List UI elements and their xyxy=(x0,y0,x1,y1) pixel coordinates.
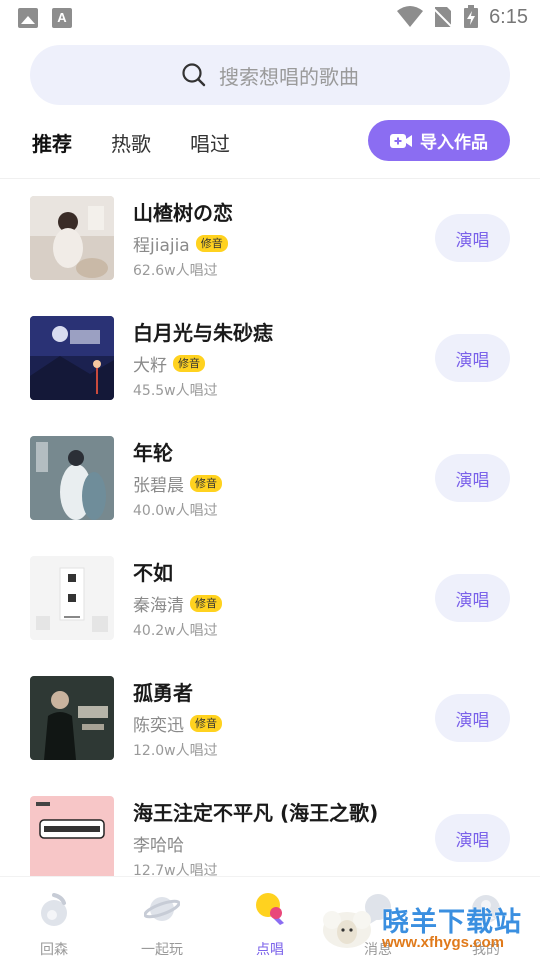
sing-button[interactable]: 演唱 xyxy=(435,814,510,862)
tune-badge: 修音 xyxy=(195,235,228,252)
video-add-icon xyxy=(390,133,412,148)
song-title: 海王注定不平凡 (海王之歌) xyxy=(133,801,379,825)
album-cover xyxy=(30,796,114,876)
sing-button[interactable]: 演唱 xyxy=(435,574,510,622)
sing-button[interactable]: 演唱 xyxy=(435,214,510,262)
sing-button[interactable]: 演唱 xyxy=(435,694,510,742)
tune-badge: 修音 xyxy=(190,715,222,732)
song-item[interactable]: 海王注定不平凡 (海王之歌) 李哈哈 12.7w人唱过 演唱 xyxy=(0,780,540,876)
album-cover xyxy=(30,316,114,400)
sing-count: 40.2w人唱过 xyxy=(133,623,218,639)
watermark: 晓羊下载站 www.xfhygs.com xyxy=(318,894,540,960)
sing-count: 40.0w人唱过 xyxy=(133,503,218,519)
search-input[interactable]: 搜索想唱的歌曲 xyxy=(30,45,510,105)
nav-item-huisen[interactable]: 回森 xyxy=(14,883,94,958)
wifi-icon xyxy=(397,6,424,27)
nav-item-sing[interactable]: 点唱 xyxy=(230,883,310,958)
song-item[interactable]: 年轮 张碧晨 修音 40.0w人唱过 演唱 xyxy=(0,420,540,540)
artist-name: 李哈哈 xyxy=(133,836,184,856)
song-item[interactable]: 不如 秦海清 修音 40.2w人唱过 演唱 xyxy=(0,540,540,660)
import-works-button[interactable]: 导入作品 xyxy=(368,120,510,161)
watermark-url: www.xfhygs.com xyxy=(382,934,504,951)
song-title: 白月光与朱砂痣 xyxy=(133,321,273,345)
sing-count: 12.7w人唱过 xyxy=(133,863,218,876)
tune-badge: 修音 xyxy=(173,355,205,372)
no-sim-icon xyxy=(433,7,454,29)
sing-count: 12.0w人唱过 xyxy=(133,743,218,759)
search-icon xyxy=(182,63,206,87)
song-title: 孤勇者 xyxy=(133,681,193,705)
clock: 6:15 xyxy=(489,5,528,28)
nav-item-play-together[interactable]: 一起玩 xyxy=(122,883,202,958)
artist-name: 大籽 xyxy=(133,356,167,376)
image-notification-icon xyxy=(18,8,38,28)
song-item[interactable]: 孤勇者 陈奕迅 修音 12.0w人唱过 演唱 xyxy=(0,660,540,780)
song-title: 不如 xyxy=(133,561,173,585)
artist-name: 秦海清 xyxy=(133,596,184,616)
song-title: 年轮 xyxy=(133,441,173,465)
text-notification-icon: A xyxy=(52,8,72,28)
music-note-icon xyxy=(41,893,67,926)
planet-icon xyxy=(144,897,180,921)
tune-badge: 修音 xyxy=(190,475,222,492)
song-item[interactable]: 白月光与朱砂痣 大籽 修音 45.5w人唱过 演唱 xyxy=(0,300,540,420)
song-item[interactable]: 山楂树の恋 程jiajia 修音 62.6w人唱过 演唱 xyxy=(0,180,540,300)
song-list[interactable]: 山楂树の恋 程jiajia 修音 62.6w人唱过 演唱 白月光与朱砂痣 大籽 … xyxy=(0,180,540,876)
tab-hot-songs[interactable]: 热歌 xyxy=(111,128,151,157)
status-bar: A 6:15 xyxy=(0,0,540,38)
divider xyxy=(0,178,540,179)
artist-name: 陈奕迅 xyxy=(133,716,184,736)
sheep-logo-icon xyxy=(323,911,371,948)
album-cover xyxy=(30,436,114,520)
album-cover xyxy=(30,556,114,640)
sing-button[interactable]: 演唱 xyxy=(435,334,510,382)
tab-bar: 推荐 热歌 唱过 xyxy=(32,122,230,162)
nav-label-sing: 点唱 xyxy=(256,942,284,958)
song-title: 山楂树の恋 xyxy=(133,201,233,225)
sing-count: 62.6w人唱过 xyxy=(133,263,218,279)
artist-name: 程jiajia xyxy=(133,236,190,256)
nav-label-huisen: 回森 xyxy=(40,942,68,958)
tune-badge: 修音 xyxy=(190,595,222,612)
battery-charging-icon xyxy=(464,5,479,28)
microphone-icon xyxy=(256,893,284,925)
import-works-label: 导入作品 xyxy=(420,133,488,153)
search-placeholder: 搜索想唱的歌曲 xyxy=(219,64,359,89)
album-cover xyxy=(30,676,114,760)
tab-recommended[interactable]: 推荐 xyxy=(32,128,72,157)
nav-label-play-together: 一起玩 xyxy=(141,942,183,958)
artist-name: 张碧晨 xyxy=(133,476,184,496)
tab-sung[interactable]: 唱过 xyxy=(190,128,230,157)
sing-button[interactable]: 演唱 xyxy=(435,454,510,502)
album-cover xyxy=(30,196,114,280)
sing-count: 45.5w人唱过 xyxy=(133,383,218,399)
